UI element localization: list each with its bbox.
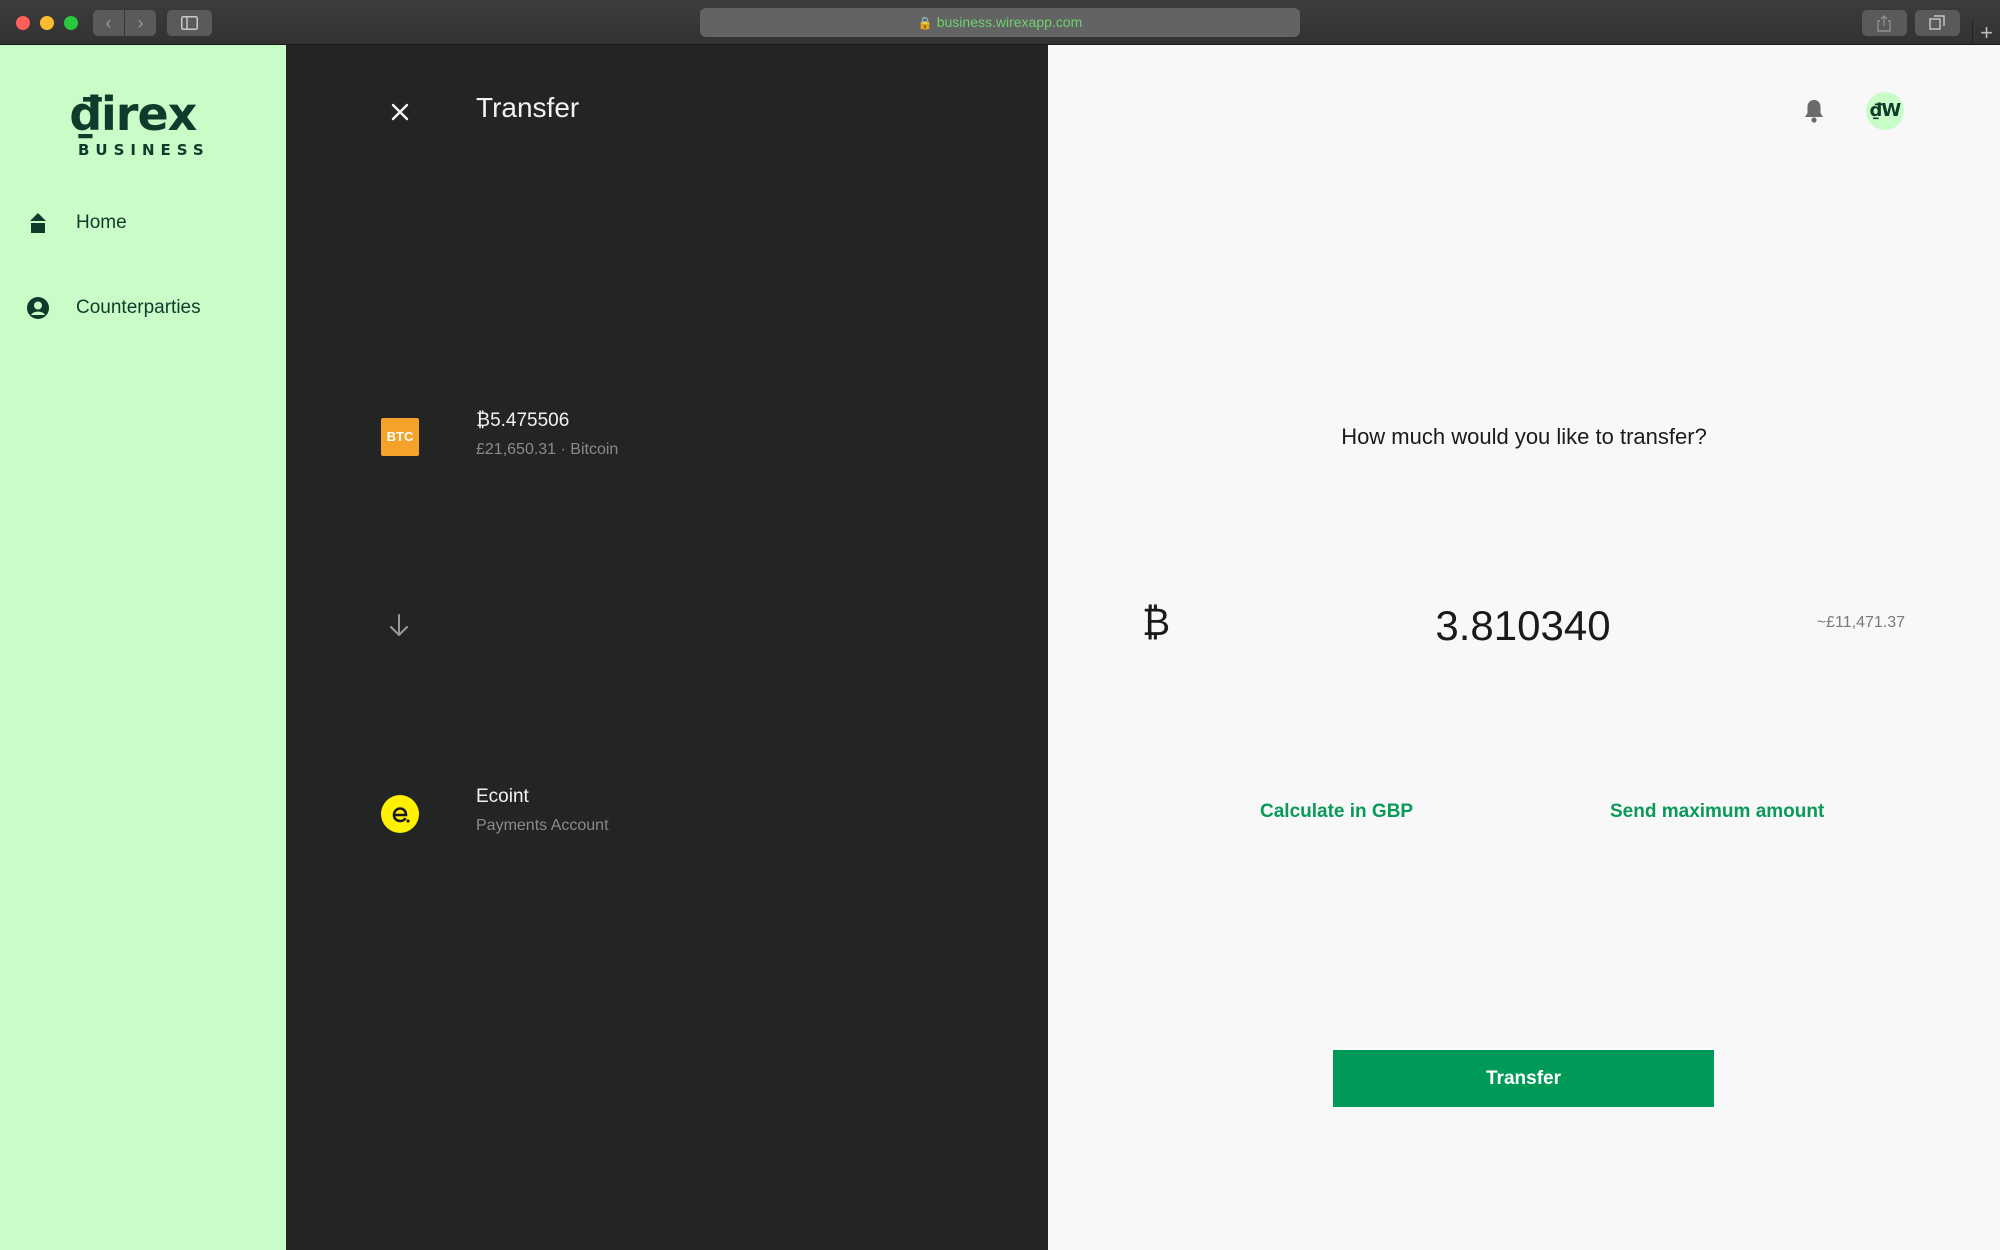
url-text: business.wirexapp.com — [936, 14, 1083, 30]
share-icon — [1877, 15, 1891, 32]
tab-overview-button[interactable] — [1915, 10, 1960, 36]
destination-name: Ecoint — [476, 786, 529, 807]
new-tab-button[interactable]: + — [1972, 20, 2000, 45]
transfer-button[interactable]: Transfer — [1333, 1050, 1714, 1107]
share-button[interactable] — [1862, 10, 1907, 36]
arrow-down-icon — [390, 614, 408, 636]
logo-wordmark: ₫irex — [70, 87, 197, 141]
home-icon — [26, 211, 50, 235]
lock-icon: 🔒 — [917, 16, 933, 30]
source-details: £21,650.31 · Bitcoin — [476, 441, 619, 458]
amount-input[interactable] — [1300, 596, 1746, 656]
bell-icon[interactable] — [1800, 97, 1828, 125]
destination-details: Payments Account — [476, 817, 609, 834]
tabs-icon — [1929, 15, 1945, 30]
avatar[interactable]: ₫W — [1866, 92, 1904, 130]
user-circle-icon — [26, 296, 50, 320]
approx-gbp-value: ~£11,471.37 — [1816, 614, 1905, 631]
browser-chrome: ‹ › 🔒 business.wirexapp.com + — [0, 0, 2000, 45]
source-balance: ₿5.475506 — [476, 410, 570, 431]
sidebar-icon — [181, 16, 198, 30]
sidebar-item-counterparties[interactable]: Counterparties — [26, 293, 201, 323]
send-maximum-amount-link[interactable]: Send maximum amount — [1610, 801, 1824, 823]
sidebar-item-label: Counterparties — [76, 297, 201, 318]
calculate-in-gbp-link[interactable]: Calculate in GBP — [1260, 801, 1413, 823]
back-button[interactable]: ‹ — [93, 10, 124, 36]
close-icon[interactable] — [390, 102, 410, 122]
logo-subtitle: BUSINESS — [78, 141, 210, 159]
ecoint-logo-icon — [381, 795, 419, 833]
sidebar-item-label: Home — [76, 212, 127, 233]
sidebar-toggle-button[interactable] — [167, 10, 212, 36]
page-title: Transfer — [476, 92, 580, 123]
amount-question: How much would you like to transfer? — [1341, 424, 1707, 449]
currency-symbol: ₿ — [1142, 600, 1171, 644]
transfer-details-panel — [286, 45, 1048, 1250]
sidebar-item-home[interactable]: Home — [26, 208, 127, 238]
wirex-business-logo[interactable]: ₫irex BUSINESS — [70, 91, 220, 159]
address-bar[interactable]: 🔒 business.wirexapp.com — [700, 8, 1300, 37]
forward-button[interactable]: › — [125, 10, 156, 36]
bitcoin-badge-icon: BTC — [381, 418, 419, 456]
minimize-window-button[interactable] — [40, 16, 54, 30]
close-window-button[interactable] — [16, 16, 30, 30]
app-sidebar: ₫irex BUSINESS Home Counterparties — [0, 45, 286, 1250]
zoom-window-button[interactable] — [64, 16, 78, 30]
